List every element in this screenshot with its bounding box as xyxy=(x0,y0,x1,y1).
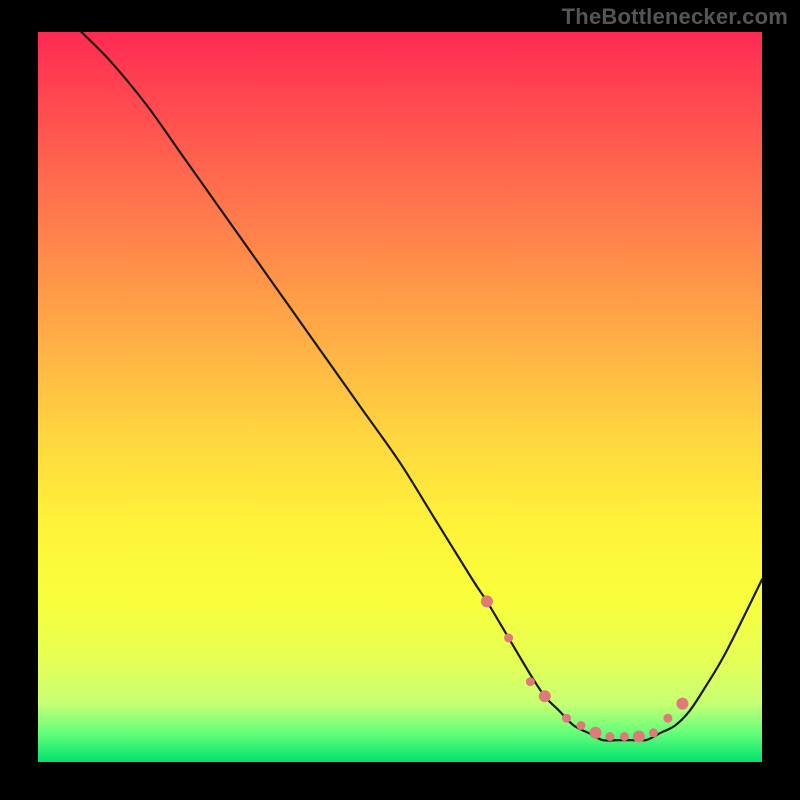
highlight-dot xyxy=(649,728,658,737)
highlight-dot xyxy=(663,714,672,723)
highlight-dot xyxy=(620,732,629,741)
curve-svg xyxy=(38,32,762,762)
highlight-dot xyxy=(481,595,493,607)
highlight-dot xyxy=(504,633,513,642)
highlight-dot xyxy=(676,698,688,710)
highlight-dot xyxy=(526,677,535,686)
gradient-plot-area xyxy=(38,32,762,762)
highlight-dot xyxy=(590,727,602,739)
bottleneck-curve-path xyxy=(81,32,762,741)
highlight-dot xyxy=(606,732,615,741)
highlight-dot xyxy=(577,721,586,730)
highlight-dot-group xyxy=(481,595,689,742)
attribution-text: TheBottlenecker.com xyxy=(562,4,788,30)
highlight-dot xyxy=(562,714,571,723)
highlight-dot xyxy=(539,690,551,702)
chart-frame: TheBottlenecker.com xyxy=(0,0,800,800)
highlight-dot xyxy=(633,731,645,743)
